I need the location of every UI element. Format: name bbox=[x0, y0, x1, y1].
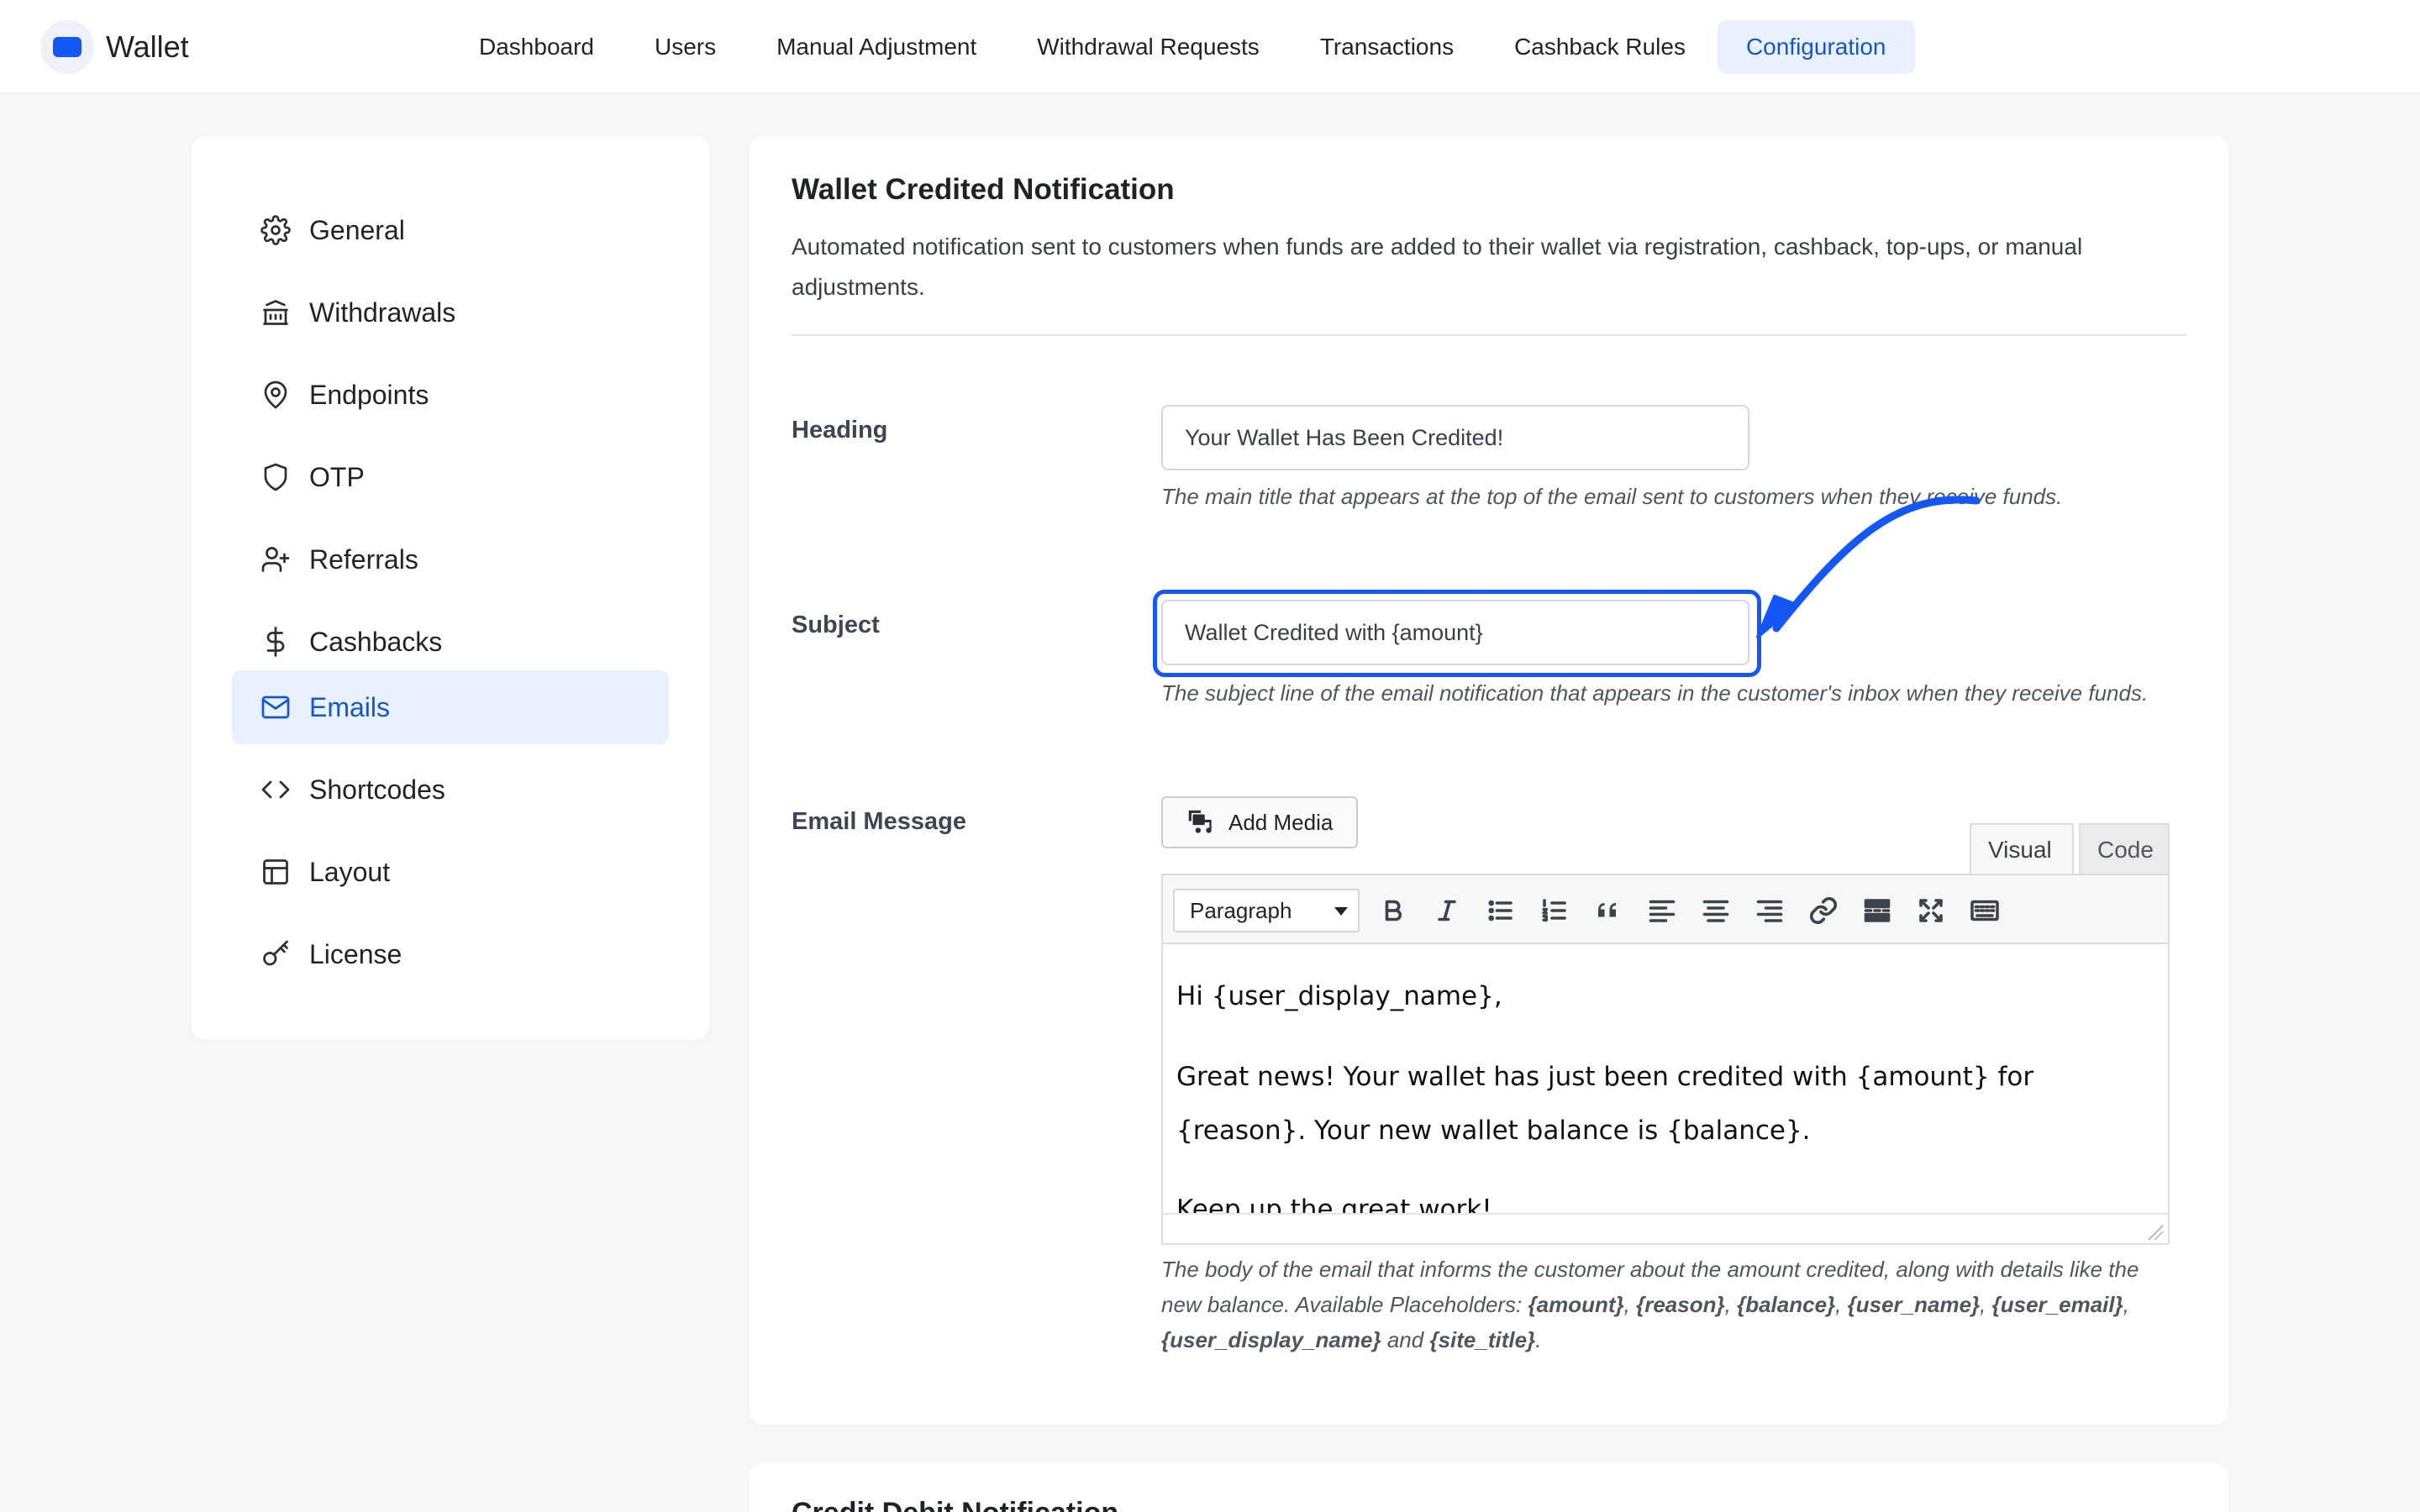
sidebar-item-label: Referrals bbox=[309, 543, 418, 575]
section-title: Credit Debit Notification bbox=[792, 1497, 1118, 1512]
align-center-icon bbox=[1702, 900, 1729, 922]
sidebar-item-otp[interactable]: OTP bbox=[232, 440, 669, 514]
dollar-icon bbox=[266, 627, 285, 657]
subject-input[interactable] bbox=[1161, 600, 1749, 665]
editor-statusbar bbox=[1163, 1213, 2168, 1243]
map-pin-icon bbox=[264, 381, 287, 409]
heading-help: The main title that appears at the top o… bbox=[1161, 484, 2063, 509]
numbered-list-icon bbox=[1542, 899, 1566, 922]
main-nav: Dashboard Users Manual Adjustment Withdr… bbox=[450, 20, 1915, 74]
sidebar-item-cashbacks[interactable]: Cashbacks bbox=[232, 605, 669, 679]
italic-icon bbox=[1438, 900, 1456, 921]
section-description: Automated notification sent to customers… bbox=[792, 234, 2083, 300]
nav-withdrawal-requests[interactable]: Withdrawal Requests bbox=[1008, 20, 1288, 74]
shield-icon bbox=[264, 463, 287, 491]
nav-manual-adjustment[interactable]: Manual Adjustment bbox=[748, 20, 1005, 74]
format-select[interactable]: Paragraph bbox=[1173, 889, 1360, 932]
sidebar-item-layout[interactable]: Layout bbox=[232, 835, 669, 909]
email-message-label: Email Message bbox=[792, 808, 966, 835]
nav-dashboard[interactable]: Dashboard bbox=[450, 20, 623, 74]
add-media-button[interactable]: Add Media bbox=[1161, 796, 1358, 848]
sidebar-item-license[interactable]: License bbox=[232, 917, 669, 991]
section-title: Wallet Credited Notification bbox=[792, 173, 1175, 206]
sidebar-item-referrals[interactable]: Referrals bbox=[232, 522, 669, 596]
code-icon bbox=[261, 780, 290, 799]
nav-transactions[interactable]: Transactions bbox=[1292, 20, 1482, 74]
align-left-button[interactable] bbox=[1642, 890, 1682, 931]
user-plus-icon bbox=[261, 547, 290, 572]
sidebar-item-label: Layout bbox=[309, 856, 391, 887]
link-icon bbox=[1809, 896, 1838, 925]
subject-label: Subject bbox=[792, 612, 880, 638]
sidebar-item-label: Withdrawals bbox=[309, 297, 456, 328]
nav-cashback-rules[interactable]: Cashback Rules bbox=[1486, 20, 1714, 74]
nav-users[interactable]: Users bbox=[626, 20, 744, 74]
message-paragraph: Hi {user_display_name}, bbox=[1176, 981, 1502, 1011]
format-select-value: Paragraph bbox=[1190, 897, 1292, 923]
annotation-arrow-icon bbox=[1756, 496, 1981, 638]
sidebar-item-label: General bbox=[309, 214, 405, 245]
sidebar-item-withdrawals[interactable]: Withdrawals bbox=[232, 276, 669, 349]
align-left-icon bbox=[1649, 900, 1676, 922]
media-icon bbox=[1188, 810, 1212, 833]
message-paragraph: Keep up the great work! bbox=[1176, 1194, 1492, 1213]
add-media-label: Add Media bbox=[1228, 809, 1334, 835]
blockquote-button[interactable] bbox=[1588, 890, 1628, 931]
heading-input[interactable] bbox=[1161, 405, 1749, 470]
divider bbox=[792, 334, 2186, 336]
sidebar-item-label: Shortcodes bbox=[309, 774, 445, 805]
tab-code[interactable]: Code bbox=[2079, 823, 2170, 875]
subject-help: The subject line of the email notificati… bbox=[1161, 680, 2149, 706]
align-center-button[interactable] bbox=[1696, 890, 1736, 931]
sidebar-item-endpoints[interactable]: Endpoints bbox=[232, 358, 669, 432]
editor-content[interactable]: Hi {user_display_name}, Great news! Your… bbox=[1163, 946, 2168, 1213]
sidebar-item-shortcodes[interactable]: Shortcodes bbox=[232, 753, 669, 827]
align-right-button[interactable] bbox=[1749, 890, 1790, 931]
sidebar-item-general[interactable]: General bbox=[232, 193, 669, 267]
bullet-list-button[interactable] bbox=[1481, 890, 1521, 931]
rich-text-editor: Paragraph Hi {user_display_name}, Great … bbox=[1161, 874, 2170, 1245]
resize-handle-icon[interactable] bbox=[2148, 1225, 2163, 1240]
numbered-list-button[interactable] bbox=[1534, 890, 1575, 931]
settings-sidebar: General Withdrawals Endpoints OTP Referr… bbox=[192, 136, 709, 1040]
layout-icon bbox=[263, 859, 288, 885]
read-more-button[interactable] bbox=[1857, 890, 1897, 931]
gear-icon bbox=[260, 215, 291, 245]
quote-icon bbox=[1598, 903, 1616, 917]
next-settings-card: Credit Debit Notification bbox=[750, 1463, 2228, 1512]
fullscreen-button[interactable] bbox=[1911, 890, 1951, 931]
toolbar-toggle-button[interactable] bbox=[1965, 890, 2005, 931]
caret-down-icon bbox=[1334, 907, 1348, 916]
email-settings-card: Wallet Credited Notification Automated n… bbox=[750, 136, 2228, 1425]
wallet-logo-icon bbox=[40, 20, 94, 74]
heading-label: Heading bbox=[792, 417, 888, 444]
brand[interactable]: Wallet bbox=[40, 20, 189, 74]
align-right-icon bbox=[1756, 900, 1783, 922]
tab-visual[interactable]: Visual bbox=[1970, 823, 2074, 875]
bullet-list-icon bbox=[1488, 900, 1512, 921]
sidebar-item-label: Cashbacks bbox=[309, 626, 443, 657]
mail-icon bbox=[261, 696, 290, 719]
brand-name: Wallet bbox=[106, 29, 189, 64]
nav-configuration[interactable]: Configuration bbox=[1717, 20, 1915, 74]
bold-button[interactable] bbox=[1373, 890, 1413, 931]
message-paragraph: Great news! Your wallet has just been cr… bbox=[1176, 1062, 2034, 1146]
keyboard-icon bbox=[1970, 900, 1999, 921]
sidebar-item-label: Endpoints bbox=[309, 379, 429, 410]
bank-icon bbox=[263, 300, 288, 325]
sidebar-item-label: License bbox=[309, 938, 402, 969]
sidebar-item-label: OTP bbox=[309, 461, 365, 492]
sidebar-item-emails[interactable]: Emails bbox=[232, 670, 669, 744]
link-button[interactable] bbox=[1803, 890, 1844, 931]
bold-icon bbox=[1385, 900, 1402, 921]
top-bar: Wallet Dashboard Users Manual Adjustment… bbox=[0, 0, 2420, 94]
read-more-icon bbox=[1864, 899, 1891, 922]
email-message-help: The body of the email that informs the c… bbox=[1161, 1257, 2139, 1352]
italic-button[interactable] bbox=[1427, 890, 1467, 931]
key-icon bbox=[263, 940, 288, 966]
fullscreen-icon bbox=[1919, 899, 1943, 922]
sidebar-item-label: Emails bbox=[309, 691, 391, 722]
editor-toolbar: Paragraph bbox=[1163, 875, 2168, 944]
